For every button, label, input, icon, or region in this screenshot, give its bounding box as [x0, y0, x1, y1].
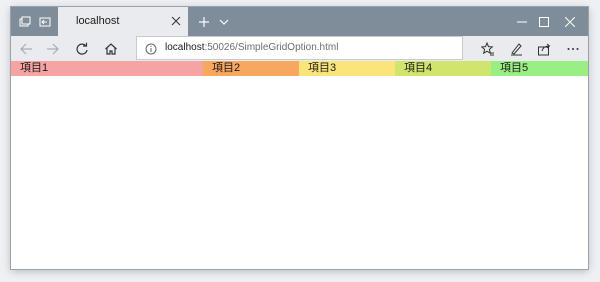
browser-window: localhost localhost:50026/SimpleGridOpti… — [10, 6, 589, 270]
notes-icon[interactable] — [505, 39, 527, 59]
share-icon[interactable] — [533, 39, 555, 59]
url-text: localhost:50026/SimpleGridOption.html — [165, 42, 338, 53]
chevron-down-icon[interactable] — [214, 12, 234, 32]
grid-cell-2: 項目2 — [203, 61, 299, 76]
info-icon[interactable] — [145, 42, 157, 55]
tab-manager-icon[interactable] — [15, 12, 35, 32]
new-tab-icon[interactable] — [194, 12, 214, 32]
home-icon[interactable] — [100, 39, 122, 59]
grid-cell-5: 項目5 — [491, 61, 588, 76]
close-window-icon[interactable] — [555, 7, 585, 36]
set-aside-tabs-icon[interactable] — [35, 12, 55, 32]
more-icon[interactable] — [562, 39, 584, 59]
url-host: localhost — [165, 42, 205, 53]
grid-cell-3: 項目3 — [299, 61, 395, 76]
grid-cell-4: 項目4 — [395, 61, 491, 76]
navigation-bar: localhost:50026/SimpleGridOption.html — [11, 36, 588, 61]
url-path: :50026/SimpleGridOption.html — [204, 42, 339, 53]
simple-grid: 項目1 項目2 項目3 項目4 項目5 — [11, 61, 588, 76]
tab-title: localhost — [76, 15, 120, 27]
tab-localhost[interactable]: localhost — [58, 7, 188, 36]
back-icon[interactable] — [15, 39, 37, 59]
address-bar[interactable]: localhost:50026/SimpleGridOption.html — [136, 36, 463, 60]
title-bar: localhost — [11, 7, 588, 36]
grid-cell-1: 項目1 — [11, 61, 203, 76]
favorites-icon[interactable] — [477, 39, 499, 59]
refresh-icon[interactable] — [71, 39, 93, 59]
close-icon[interactable] — [169, 14, 183, 28]
forward-icon[interactable] — [42, 39, 64, 59]
